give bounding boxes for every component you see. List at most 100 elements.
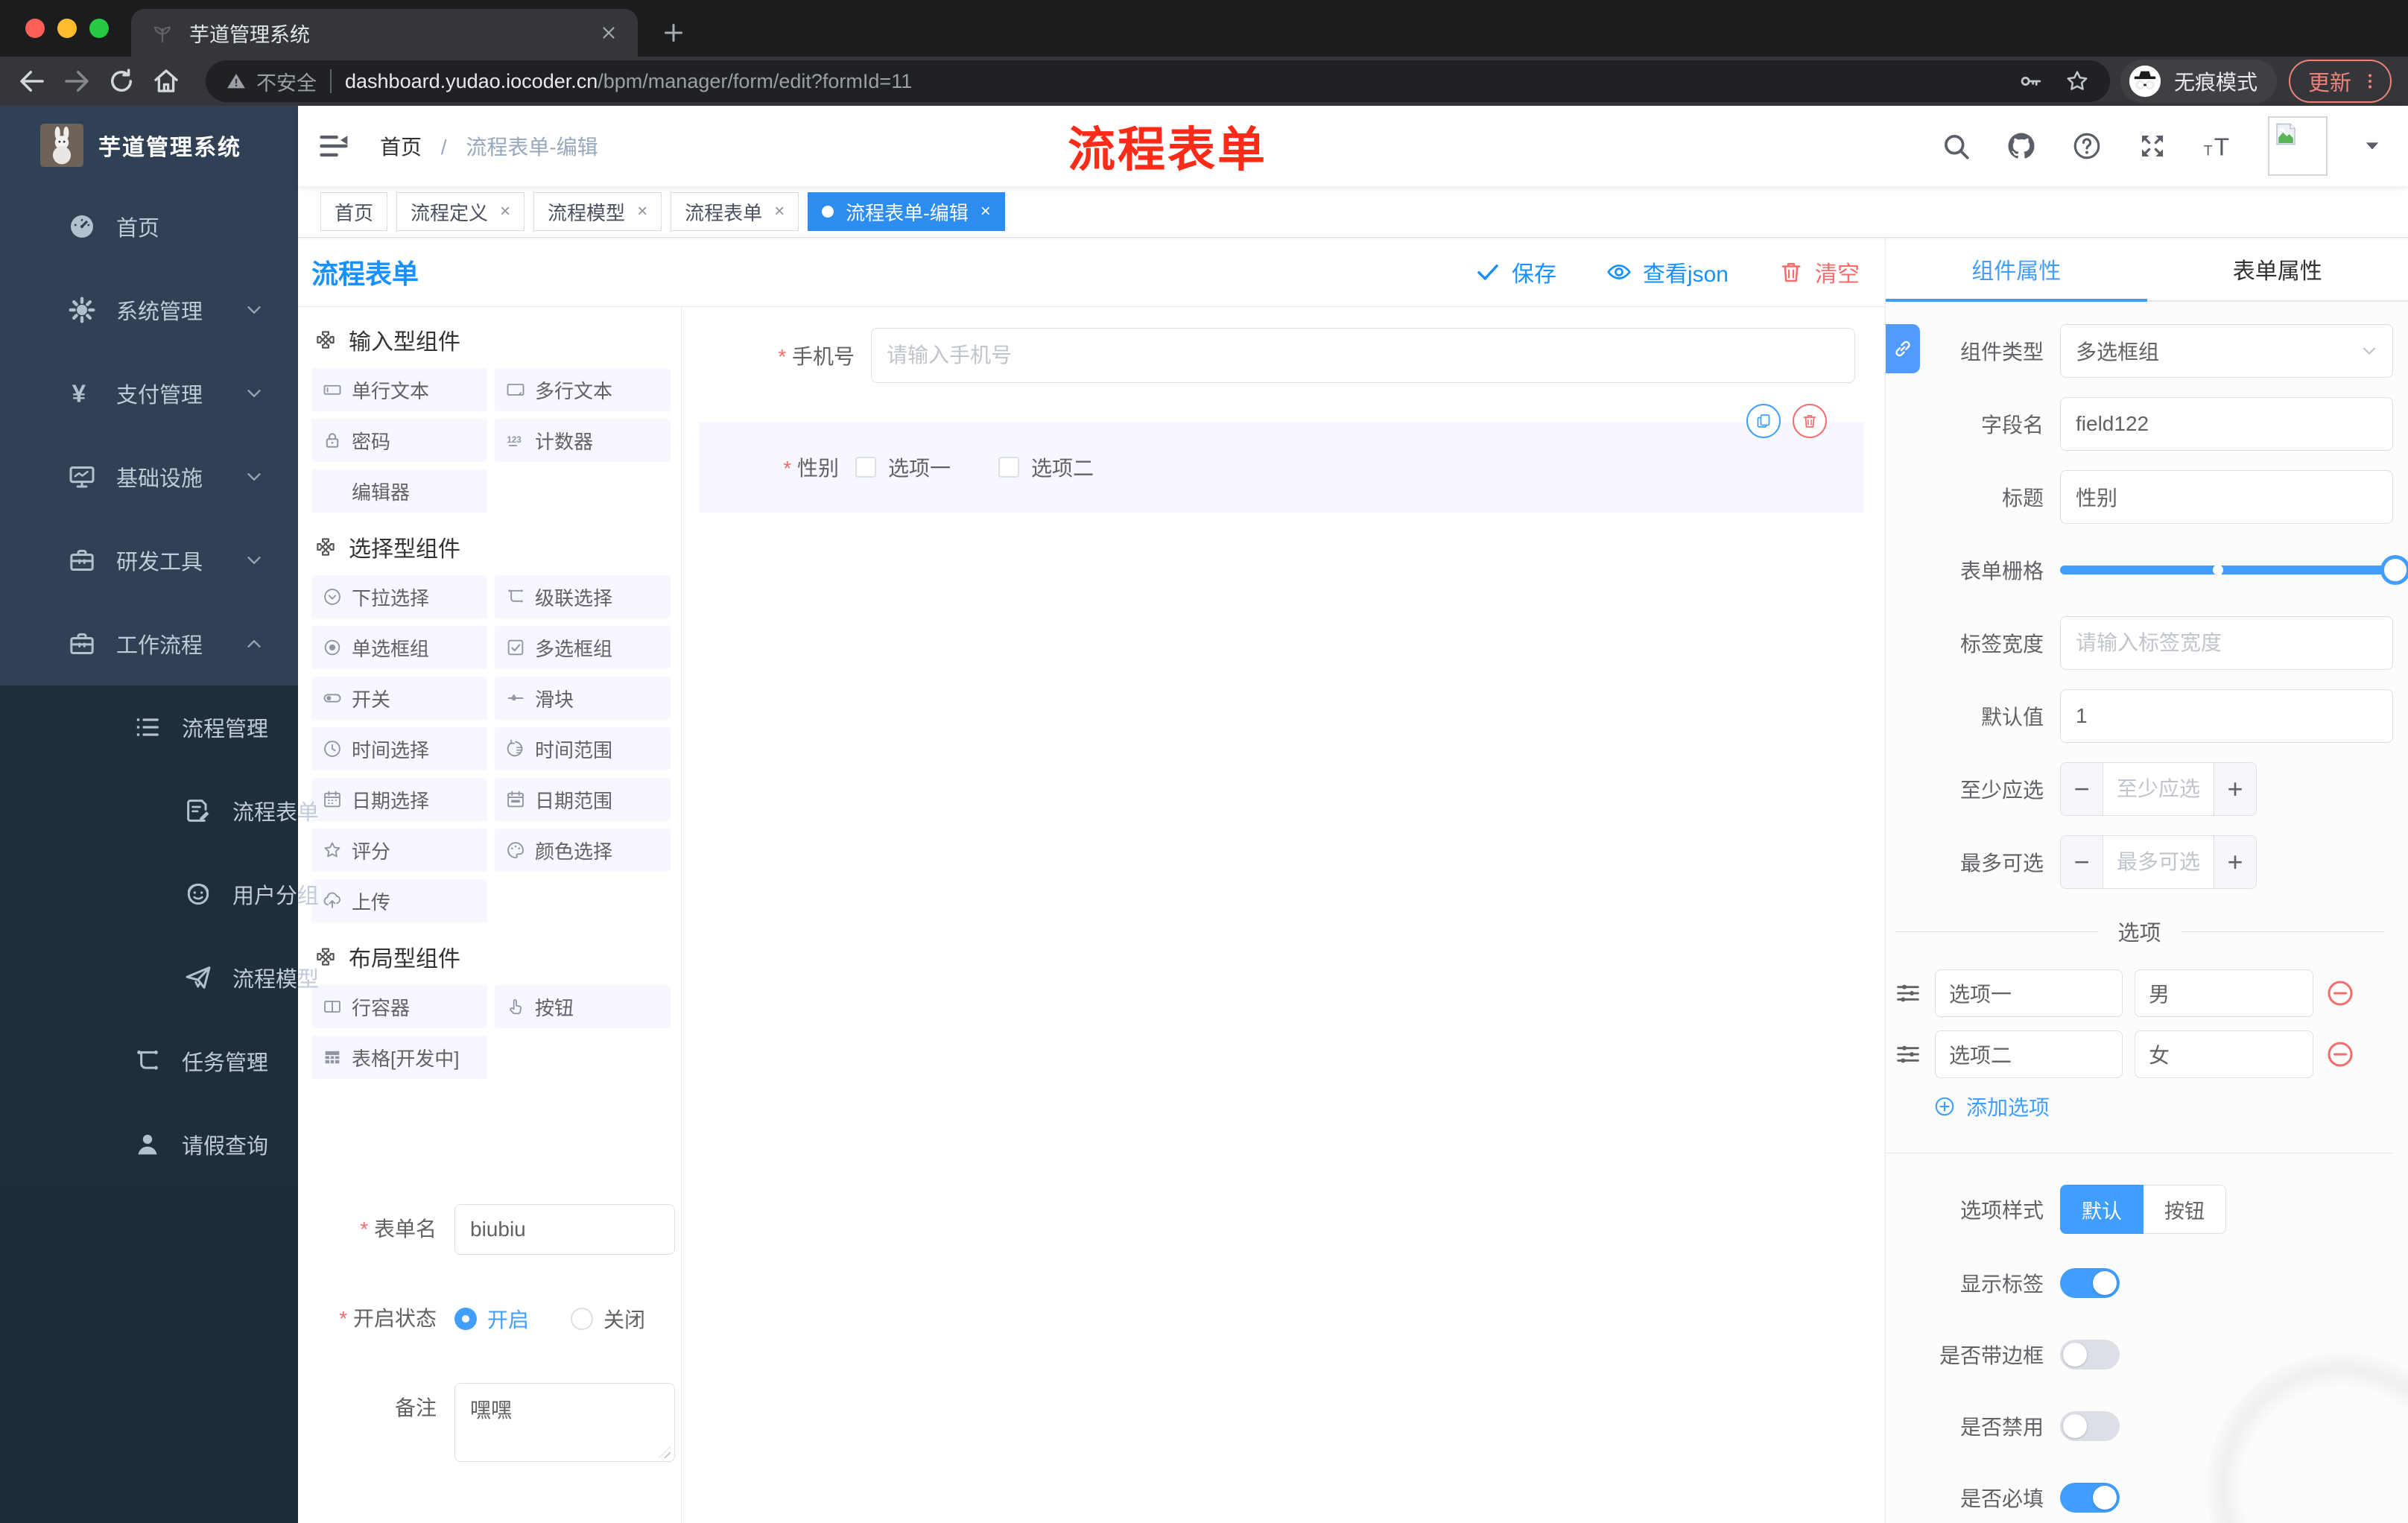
- delete-component-button[interactable]: [1793, 404, 1827, 438]
- tab-form-props[interactable]: 表单属性: [2147, 238, 2408, 300]
- avatar[interactable]: [2268, 116, 2328, 176]
- slider-handle[interactable]: [2380, 555, 2408, 585]
- palette-item[interactable]: 上传: [311, 879, 487, 922]
- field-name-input[interactable]: [2060, 397, 2393, 451]
- copy-component-button[interactable]: [1746, 404, 1781, 438]
- key-icon[interactable]: [2018, 69, 2043, 94]
- decrease-button[interactable]: −: [2061, 836, 2103, 888]
- checkbox-box[interactable]: [855, 457, 876, 478]
- decrease-button[interactable]: −: [2061, 763, 2103, 815]
- window-controls[interactable]: [0, 0, 131, 57]
- palette-item[interactable]: 单选框组: [311, 626, 487, 669]
- option-drag-handle-icon[interactable]: [1893, 1039, 1923, 1069]
- sidebar-item[interactable]: 任务管理: [0, 1019, 298, 1103]
- toggle-switch[interactable]: [2060, 1340, 2120, 1370]
- palette-item[interactable]: 按钮: [495, 985, 671, 1028]
- palette-item[interactable]: 多行文本: [495, 368, 671, 411]
- browser-tab[interactable]: 芋道管理系统: [131, 9, 638, 57]
- new-tab-button[interactable]: [660, 19, 687, 46]
- sidebar-item[interactable]: 工作流程: [0, 602, 298, 685]
- gender-field-block-selected[interactable]: 性别 选项一 选项二: [699, 404, 1864, 513]
- toggle-switch[interactable]: [2060, 1483, 2120, 1513]
- palette-item[interactable]: 日期选择: [311, 778, 487, 821]
- palette-item[interactable]: 编辑器: [311, 469, 487, 513]
- clear-button[interactable]: 清空: [1778, 256, 1860, 288]
- min-select-input[interactable]: [2103, 763, 2214, 815]
- checkbox-box[interactable]: [998, 457, 1020, 478]
- back-icon[interactable]: [16, 66, 48, 97]
- palette-item[interactable]: 时间范围: [495, 727, 671, 770]
- close-tag-icon[interactable]: ×: [637, 203, 647, 221]
- slider-track[interactable]: [2060, 555, 2408, 585]
- default-value-input[interactable]: [2060, 689, 2393, 743]
- grid-slider[interactable]: [2060, 543, 2408, 597]
- home-icon[interactable]: [150, 66, 182, 97]
- gender-checkbox[interactable]: 选项二: [998, 452, 1094, 482]
- option-label-input[interactable]: [1935, 969, 2123, 1017]
- sidebar-item[interactable]: 流程表单: [0, 769, 319, 852]
- view-tag[interactable]: 流程表单-编辑 ×: [808, 192, 1005, 231]
- form-canvas[interactable]: 手机号 性别 选项一 选项二: [682, 307, 1885, 1523]
- sidebar-item[interactable]: 研发工具: [0, 519, 298, 602]
- palette-item[interactable]: 行容器: [311, 985, 487, 1028]
- close-tag-icon[interactable]: ×: [500, 203, 510, 221]
- close-tab-icon[interactable]: [599, 23, 618, 42]
- phone-field-row[interactable]: 手机号: [682, 328, 1855, 383]
- gender-checkbox[interactable]: 选项一: [855, 452, 951, 482]
- option-value-input[interactable]: [2135, 1030, 2313, 1078]
- option-style-default[interactable]: 默认: [2060, 1185, 2144, 1234]
- view-tag[interactable]: 流程定义 ×: [396, 192, 525, 231]
- palette-item[interactable]: 下拉选择: [311, 575, 487, 618]
- browser-menu-icon[interactable]: [2360, 72, 2380, 91]
- status-radio-on[interactable]: 开启: [454, 1304, 529, 1334]
- hamburger-icon[interactable]: [317, 130, 350, 162]
- palette-item[interactable]: 123 计数器: [495, 419, 671, 462]
- view-json-button[interactable]: 查看json: [1606, 256, 1729, 288]
- palette-item[interactable]: 评分: [311, 829, 487, 872]
- address-bar[interactable]: 不安全 dashboard.yudao.iocoder.cn/bpm/manag…: [206, 60, 2110, 102]
- sidebar-item[interactable]: ¥ 支付管理: [0, 352, 298, 435]
- remove-option-button[interactable]: [2325, 978, 2355, 1008]
- increase-button[interactable]: +: [2214, 836, 2256, 888]
- close-window-button[interactable]: [25, 19, 45, 38]
- option-value-input[interactable]: [2135, 969, 2313, 1017]
- breadcrumb-home[interactable]: 首页: [380, 136, 422, 159]
- github-icon[interactable]: [2006, 130, 2037, 162]
- save-button[interactable]: 保存: [1474, 256, 1556, 288]
- palette-item[interactable]: 级联选择: [495, 575, 671, 618]
- textsize-icon[interactable]: TT: [2202, 130, 2234, 162]
- form-remark-textarea[interactable]: 嘿嘿: [454, 1383, 675, 1462]
- form-name-input[interactable]: [454, 1204, 675, 1255]
- view-tag[interactable]: 流程表单 ×: [671, 192, 799, 231]
- component-type-select[interactable]: 多选框组: [2060, 324, 2393, 378]
- bookmark-star-icon[interactable]: [2064, 68, 2091, 95]
- increase-button[interactable]: +: [2214, 763, 2256, 815]
- view-tag[interactable]: 首页: [320, 192, 388, 231]
- minimize-window-button[interactable]: [57, 19, 77, 38]
- fullscreen-icon[interactable]: [2137, 130, 2168, 162]
- title-input[interactable]: [2060, 470, 2393, 524]
- close-tag-icon[interactable]: ×: [980, 203, 991, 221]
- add-option-button[interactable]: 添加选项: [1933, 1092, 2393, 1121]
- option-label-input[interactable]: [1935, 1030, 2123, 1078]
- drag-link-chip[interactable]: [1886, 324, 1920, 373]
- sidebar-item[interactable]: 用户分组: [0, 852, 319, 936]
- palette-item[interactable]: 表格[开发中]: [311, 1036, 487, 1079]
- caret-down-icon[interactable]: [2362, 136, 2383, 156]
- sidebar-item[interactable]: 首页: [0, 185, 298, 268]
- sidebar-item[interactable]: 系统管理: [0, 268, 298, 352]
- remove-option-button[interactable]: [2325, 1039, 2355, 1069]
- palette-item[interactable]: 开关: [311, 677, 487, 720]
- palette-item[interactable]: 密码: [311, 419, 487, 462]
- sidebar-item[interactable]: 流程管理: [0, 685, 298, 769]
- forward-icon[interactable]: [61, 66, 92, 97]
- option-style-button[interactable]: 按钮: [2144, 1185, 2226, 1234]
- view-tag[interactable]: 流程模型 ×: [533, 192, 662, 231]
- sidebar-item[interactable]: 基础设施: [0, 435, 298, 519]
- refresh-icon[interactable]: [106, 66, 137, 97]
- maximize-window-button[interactable]: [89, 19, 109, 38]
- browser-update-button[interactable]: 更新: [2288, 60, 2392, 103]
- phone-field-input[interactable]: [871, 328, 1855, 383]
- question-icon[interactable]: [2071, 130, 2103, 162]
- close-tag-icon[interactable]: ×: [774, 203, 785, 221]
